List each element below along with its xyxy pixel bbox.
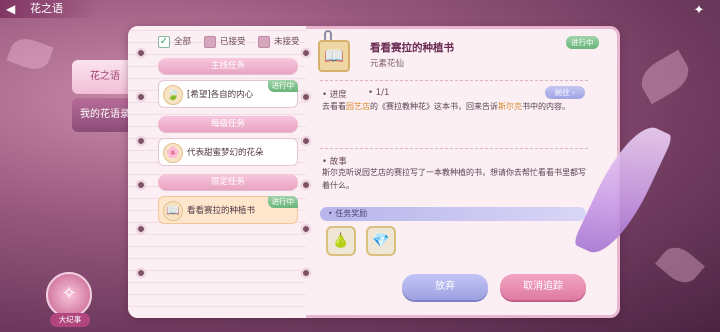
status-badge: 进行中: [566, 36, 599, 49]
quest-item[interactable]: 🌸 代表甜蜜梦幻的花朵: [158, 138, 298, 166]
quest-item-selected[interactable]: 📖 看看赛拉的种植书 进行中: [158, 196, 298, 224]
leaf-icon: 🍃: [163, 85, 183, 105]
untrack-button[interactable]: 取消追踪: [500, 274, 586, 300]
filter-all[interactable]: ✓ 全部: [158, 35, 191, 49]
abandon-button[interactable]: 放弃: [402, 274, 488, 300]
quest-title: 看看赛拉的种植书: [187, 206, 256, 216]
category-main-quests[interactable]: 主线任务: [158, 58, 298, 74]
story-text: 斯尔克听说园艺店的赛拉写了一本教种植的书，想请你去帮忙看看书里都写着什么。: [322, 168, 586, 190]
category-limited-quests[interactable]: 限定任务: [158, 174, 298, 190]
checkbox-icon[interactable]: [258, 35, 270, 48]
divider: [320, 80, 588, 81]
reward-header: • 任务奖励: [320, 207, 586, 221]
quest-item[interactable]: 🍃 [希望]各自的内心 进行中: [158, 80, 298, 108]
flower-icon: 🌸: [163, 143, 183, 163]
quest-detail-title: 看看赛拉的种植书: [370, 42, 454, 54]
checkbox-icon[interactable]: [204, 35, 216, 48]
reward-item[interactable]: 💎: [366, 226, 396, 256]
binder-ring: [301, 224, 311, 234]
checkbox-checked-icon[interactable]: ✓: [158, 35, 170, 48]
bg-petal: [655, 240, 705, 290]
status-badge: 进行中: [267, 196, 298, 208]
progress-value: • 1/1: [368, 88, 390, 98]
progress-label: • 进度: [322, 90, 347, 100]
quest-description: 去看看园艺店的《赛拉教种花》这本书，回来告诉斯尔克书中的内容。: [322, 102, 570, 111]
book-icon: 📖: [318, 40, 350, 72]
goto-button[interactable]: 前往 ›: [545, 86, 585, 99]
binder-ring: [136, 48, 146, 58]
chronicle-button[interactable]: 大纪事: [50, 313, 90, 327]
filter-not-accepted[interactable]: 未接受: [258, 35, 300, 49]
quest-title: 代表甜蜜梦幻的花朵: [187, 148, 264, 158]
binder-ring: [136, 224, 146, 234]
binder-ring: [301, 136, 311, 146]
fairy-icon[interactable]: ✧: [46, 272, 92, 318]
binder-ring: [136, 136, 146, 146]
quest-title: [希望]各自的内心: [187, 90, 254, 100]
category-daily-quests[interactable]: 每级任务: [158, 116, 298, 132]
divider: [320, 148, 588, 149]
reward-item[interactable]: 🍐: [326, 226, 356, 256]
bg-petal: [6, 34, 54, 74]
binder-ring: [301, 268, 311, 278]
back-arrow-icon[interactable]: ◀: [6, 2, 22, 16]
binder-ring: [136, 268, 146, 278]
quest-detail-subtitle: 元素花仙: [370, 59, 405, 69]
bg-petal: [634, 49, 696, 105]
status-badge: 进行中: [267, 80, 298, 92]
filter-accepted[interactable]: 已接受: [204, 35, 246, 49]
binder-ring: [301, 92, 311, 102]
binder-ring: [136, 92, 146, 102]
binder-ring: [301, 180, 311, 190]
book-icon: 📖: [163, 201, 183, 221]
flower-star-icon[interactable]: ✦: [692, 4, 706, 18]
binder-ring: [136, 180, 146, 190]
binder-ring: [301, 48, 311, 58]
